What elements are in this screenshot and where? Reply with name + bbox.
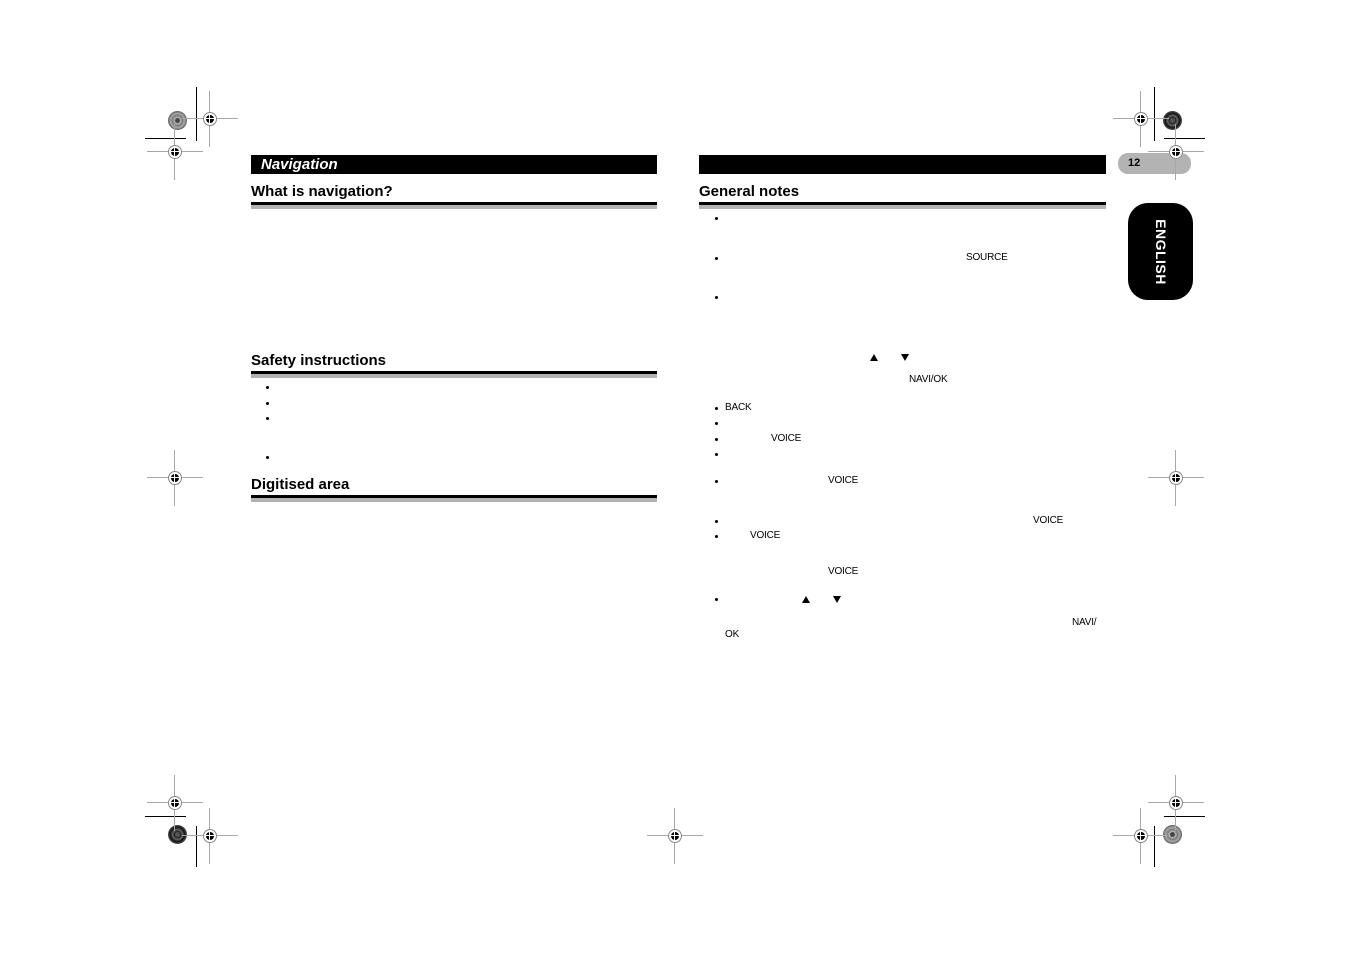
registration-mark-icon [1148,124,1204,180]
bullet [715,257,718,260]
up-arrow-icon [870,354,878,361]
bullet [715,217,718,220]
key-voice: VOICE [828,566,859,577]
key-source: SOURCE [966,252,1008,263]
registration-mark-icon [182,808,238,864]
heading-general-notes: General notes [699,183,800,200]
bullet [266,417,269,420]
page-number: 12 [1128,157,1141,169]
bullet [715,598,718,601]
down-arrow-icon [833,596,841,603]
registration-mark-icon [1148,450,1204,506]
bullet [266,402,269,405]
bullet [715,520,718,523]
bullet [715,480,718,483]
registration-mark-icon [647,808,703,864]
registration-mark-icon [147,450,203,506]
key-ok: OK [725,629,740,640]
heading-digitised-area: Digitised area [251,476,350,493]
heading-rule-gray [251,498,657,502]
key-navi-ok: NAVI/OK [909,374,948,385]
bullet [715,422,718,425]
section-title-bar: Navigation [251,155,657,174]
section-title: Navigation [261,156,338,173]
key-voice: VOICE [1033,515,1064,526]
bullet [715,535,718,538]
key-voice: VOICE [828,475,859,486]
heading-safety-instructions: Safety instructions [251,352,387,369]
key-navi: NAVI/ [1072,617,1097,628]
registration-mark-icon [147,124,203,180]
language-tab: ENGLISH [1128,203,1193,300]
language-label: ENGLISH [1152,218,1169,285]
key-back: BACK [725,402,752,413]
up-arrow-icon [802,596,810,603]
bullet [715,296,718,299]
bullet [715,453,718,456]
down-arrow-icon [901,354,909,361]
heading-rule-gray [699,205,1106,209]
registration-mark-icon [1113,808,1169,864]
heading-what-is-navigation: What is navigation? [251,183,393,200]
bullet [715,438,718,441]
bullet [715,407,718,410]
heading-rule-gray [251,205,657,209]
key-voice: VOICE [750,530,781,541]
bullet [266,386,269,389]
bullet [266,456,269,459]
heading-rule-gray [251,374,657,378]
key-voice: VOICE [771,433,802,444]
section-title-bar [699,155,1106,174]
